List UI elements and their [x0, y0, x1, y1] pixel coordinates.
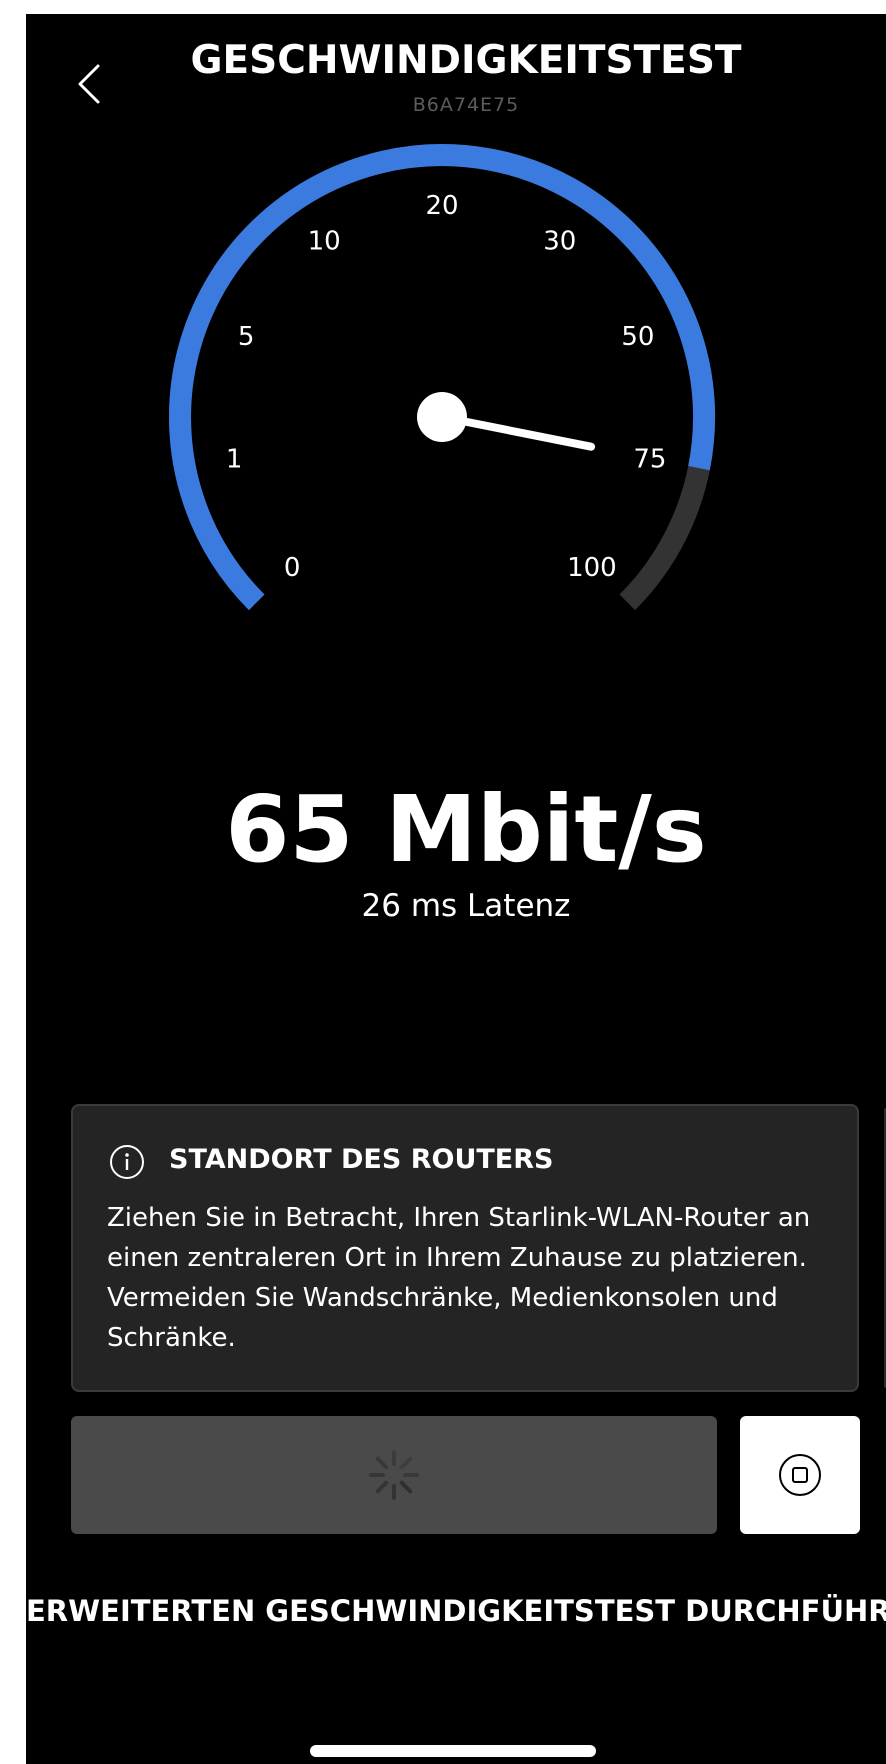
spinner-icon — [369, 1450, 419, 1500]
stop-icon — [779, 1454, 821, 1496]
gauge-tick-label: 30 — [543, 227, 576, 257]
gauge-progress — [169, 144, 716, 611]
stop-test-button[interactable] — [740, 1416, 860, 1534]
gauge-tick-label: 0 — [284, 553, 301, 583]
spinner-spoke — [375, 1480, 389, 1494]
home-indicator[interactable] — [310, 1745, 596, 1757]
gauge-tick-label: 20 — [425, 191, 458, 221]
gauge-hub — [417, 392, 467, 442]
speedtest-screen: GESCHWINDIGKEITSTEST B6A74E75 0 1 5 10 20 30 5… — [26, 14, 886, 1764]
router-location-tip: STANDORT DES ROUTERS Ziehen Sie in Betra… — [71, 1104, 859, 1392]
info-icon — [110, 1145, 144, 1179]
spinner-spoke — [399, 1456, 413, 1470]
speed-gauge: 0 1 5 10 20 30 50 75 100 — [169, 144, 716, 611]
gauge-tick-label: 100 — [567, 553, 617, 583]
gauge-tick-label: 5 — [238, 322, 255, 352]
gauge-tick-label: 75 — [633, 444, 666, 474]
gauge-tick-label: 1 — [226, 444, 243, 474]
gauge-tick-label: 10 — [308, 227, 341, 257]
speedtest-progress-button[interactable] — [71, 1416, 717, 1534]
spinner-spoke — [375, 1456, 389, 1470]
spinner-spoke — [399, 1480, 413, 1494]
advanced-speedtest-link[interactable]: ERWEITERTEN GESCHWINDIGKEITSTEST DURCHFÜ… — [26, 1594, 886, 1628]
gauge-tick-label: 50 — [621, 322, 654, 352]
tip-title: STANDORT DES ROUTERS — [169, 1144, 554, 1175]
download-speed: 65 Mbit/s — [225, 776, 707, 883]
latency-value: 26 ms Latenz — [361, 888, 571, 924]
tip-body: Ziehen Sie in Betracht, Ihren Starlink-W… — [107, 1203, 811, 1353]
